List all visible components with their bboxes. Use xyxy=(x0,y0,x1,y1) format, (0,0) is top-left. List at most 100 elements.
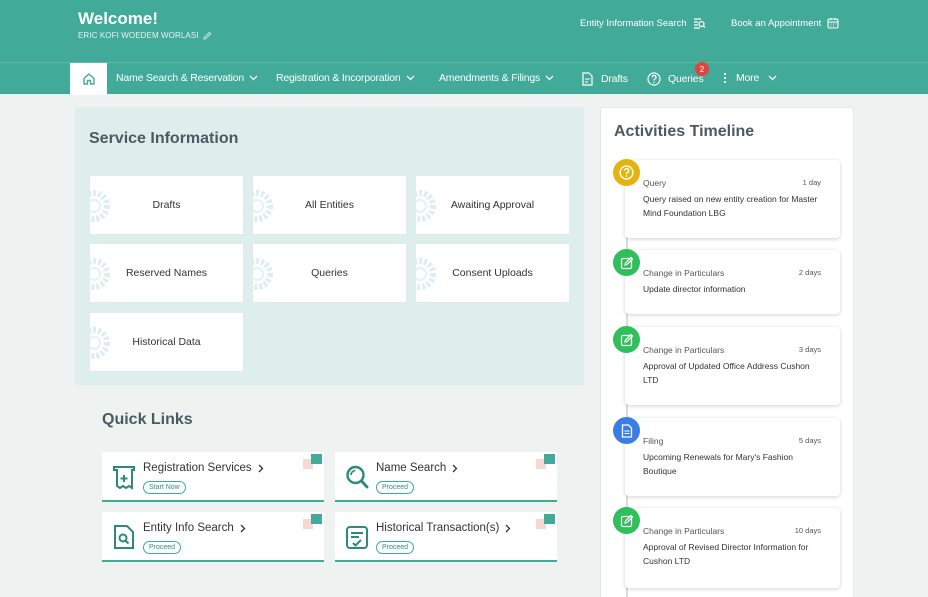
question-circle-icon xyxy=(647,72,661,86)
service-card-all-entities[interactable]: All Entities xyxy=(252,175,407,235)
service-card-consent-uploads[interactable]: Consent Uploads xyxy=(415,243,570,303)
corner-decor-icon xyxy=(303,514,322,529)
nav-label: More xyxy=(736,72,760,84)
corner-decor-icon xyxy=(303,454,322,469)
event-time: 2 days xyxy=(798,268,821,277)
service-card-label: Drafts xyxy=(152,199,181,211)
event-time: 5 days xyxy=(798,436,821,445)
search-list-icon xyxy=(693,18,706,29)
quick-link-historical-transactions[interactable]: Historical Transaction(s) Proceed xyxy=(335,512,557,562)
gear-decor-icon xyxy=(90,258,110,290)
event-type: Change in Particulars xyxy=(643,268,725,278)
chevron-right-icon xyxy=(240,524,246,532)
event-description: Upcoming Renewals for Mary's Fashion Bou… xyxy=(643,452,793,476)
event-time: 3 days xyxy=(798,345,821,354)
quick-link-title: Registration Services xyxy=(143,462,252,474)
timeline-event[interactable]: Change in Particulars 3 days Approval of… xyxy=(625,327,840,405)
more-vertical-icon xyxy=(723,72,727,84)
timeline-event[interactable]: Change in Particulars 2 days Update dire… xyxy=(625,250,840,314)
document-icon xyxy=(613,417,640,444)
start-now-button[interactable]: Start Now xyxy=(143,481,186,494)
nav-more[interactable]: More xyxy=(723,72,777,84)
home-tab[interactable] xyxy=(70,63,107,95)
entity-info-search-link[interactable]: Entity Information Search xyxy=(580,17,706,29)
chevron-down-icon xyxy=(249,75,258,81)
checklist-icon xyxy=(346,526,368,549)
gear-decor-icon xyxy=(253,190,273,222)
user-name: ERIC KOFI WOEDEM WORLASI xyxy=(78,31,212,40)
queries-count-badge: 2 xyxy=(695,62,709,76)
service-card-label: Reserved Names xyxy=(125,267,208,279)
nav-label: Registration & Incorporation xyxy=(276,72,401,84)
pencil-icon[interactable] xyxy=(202,31,212,40)
event-time: 1 day xyxy=(802,178,821,187)
quick-links-title: Quick Links xyxy=(102,411,193,428)
quick-link-title: Historical Transaction(s) xyxy=(376,522,500,534)
event-type: Change in Particulars xyxy=(643,345,725,355)
main-nav: Name Search & Reservation Registration &… xyxy=(0,62,928,95)
service-card-reserved-names[interactable]: Reserved Names xyxy=(89,243,244,303)
welcome-title: Welcome! xyxy=(78,9,158,28)
timeline-event[interactable]: Query 1 day Query raised on new entity c… xyxy=(625,160,840,238)
service-card-label: Awaiting Approval xyxy=(450,199,535,211)
activities-timeline-title: Activities Timeline xyxy=(614,123,755,140)
book-appointment-label: Book an Appointment xyxy=(731,17,822,29)
event-type: Change in Particulars xyxy=(643,526,725,536)
gear-decor-icon xyxy=(253,258,273,290)
question-icon xyxy=(613,159,640,186)
edit-icon xyxy=(613,326,640,353)
service-card-awaiting-approval[interactable]: Awaiting Approval xyxy=(415,175,570,235)
chevron-down-icon xyxy=(406,75,415,81)
chevron-right-icon xyxy=(258,464,264,472)
top-header: Welcome! ERIC KOFI WOEDEM WORLASI Entity… xyxy=(0,0,928,62)
service-information-title: Service Information xyxy=(89,130,239,147)
nav-amendments-filings[interactable]: Amendments & Filings xyxy=(439,72,554,84)
gear-decor-icon xyxy=(416,190,436,222)
edit-icon xyxy=(613,249,640,276)
chevron-down-icon xyxy=(545,75,554,81)
chevron-right-icon xyxy=(505,524,511,532)
event-description: Query raised on new entity creation for … xyxy=(643,194,818,218)
service-card-label: Queries xyxy=(311,267,348,279)
book-appointment-link[interactable]: Book an Appointment xyxy=(731,17,839,29)
nav-label: Drafts xyxy=(601,73,628,85)
service-card-label: Consent Uploads xyxy=(452,267,533,279)
edit-icon xyxy=(613,507,640,534)
nav-label: Name Search & Reservation xyxy=(116,72,245,84)
event-type: Filing xyxy=(643,436,664,446)
service-card-queries[interactable]: Queries xyxy=(252,243,407,303)
timeline-event[interactable]: Change in Particulars 10 days Approval o… xyxy=(625,508,840,588)
proceed-button[interactable]: Proceed xyxy=(143,541,182,554)
event-description: Approval of Revised Director Information… xyxy=(643,542,809,566)
event-time: 10 days xyxy=(794,526,821,535)
event-type: Query xyxy=(643,178,667,188)
gear-decor-icon xyxy=(90,190,110,222)
nav-name-search-reservation[interactable]: Name Search & Reservation xyxy=(116,72,258,84)
entity-info-search-label: Entity Information Search xyxy=(580,17,687,29)
service-card-historical-data[interactable]: Historical Data xyxy=(89,312,244,372)
drafts-icon xyxy=(582,72,593,86)
nav-queries[interactable]: Queries xyxy=(647,72,704,86)
proceed-button[interactable]: Proceed xyxy=(376,481,415,494)
quick-link-title: Name Search xyxy=(376,462,447,474)
event-description: Update director information xyxy=(643,284,746,294)
nav-label: Amendments & Filings xyxy=(439,72,541,84)
quick-link-registration-services[interactable]: Registration Services Start Now xyxy=(102,452,324,502)
proceed-button[interactable]: Proceed xyxy=(376,541,415,554)
quick-link-name-search[interactable]: Name Search Proceed xyxy=(335,452,557,502)
calendar-icon xyxy=(827,18,839,29)
quick-link-title: Entity Info Search xyxy=(143,522,234,534)
gear-decor-icon xyxy=(90,327,110,359)
nav-drafts[interactable]: Drafts xyxy=(581,72,628,86)
nav-registration-incorporation[interactable]: Registration & Incorporation xyxy=(276,72,415,84)
service-card-drafts[interactable]: Drafts xyxy=(89,175,244,235)
quick-link-entity-info-search[interactable]: Entity Info Search Proceed xyxy=(102,512,324,562)
receipt-icon xyxy=(113,466,135,490)
timeline-event[interactable]: Filing 5 days Upcoming Renewals for Mary… xyxy=(625,418,840,496)
corner-decor-icon xyxy=(536,454,555,469)
home-icon xyxy=(82,73,95,85)
chevron-down-icon xyxy=(768,75,777,81)
document-search-icon xyxy=(114,525,134,549)
gear-decor-icon xyxy=(416,258,436,290)
event-description: Approval of Updated Office Address Cusho… xyxy=(643,361,810,385)
